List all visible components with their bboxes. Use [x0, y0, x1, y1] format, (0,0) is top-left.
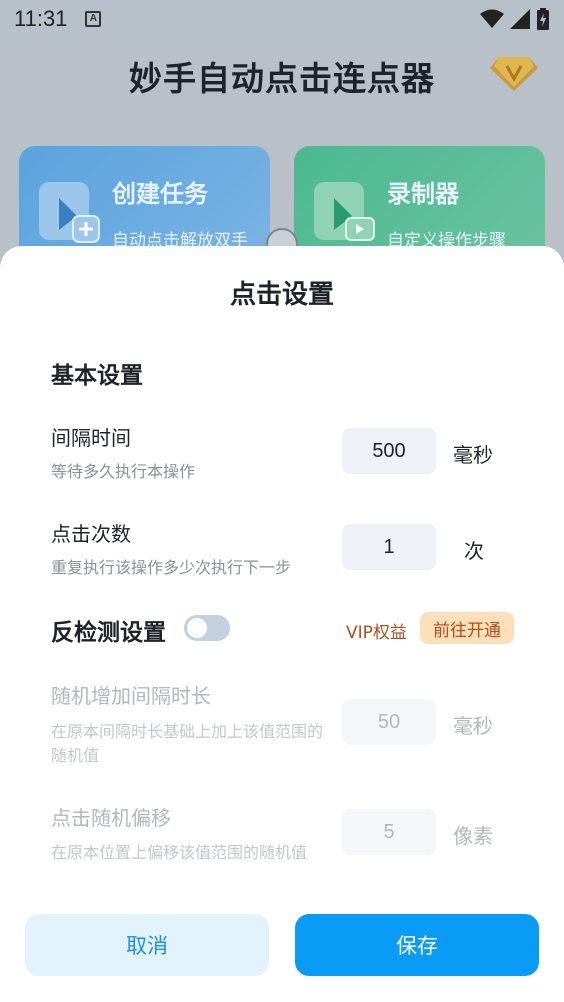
random-offset-label: 点击随机偏移 [51, 806, 171, 830]
create-task-title: 创建任务 [112, 180, 208, 208]
random-offset-desc: 在原本位置上偏移该值范围的随机值 [51, 843, 308, 862]
random-interval-input[interactable]: 50 [342, 699, 436, 745]
random-interval-unit: 毫秒 [453, 714, 493, 738]
battery-icon [537, 8, 549, 30]
interval-unit: 毫秒 [453, 443, 493, 467]
click-count-input[interactable]: 1 [342, 524, 436, 570]
app-title: 妙手自动点击连点器 [129, 59, 435, 98]
cancel-button[interactable]: 取消 [25, 914, 269, 976]
click-count-unit: 次 [464, 539, 484, 563]
vip-benefit-label: VIP权益 [346, 623, 407, 643]
random-offset-unit: 像素 [453, 824, 493, 848]
sheet-title: 点击设置 [229, 280, 334, 310]
random-offset-input[interactable]: 5 [342, 809, 436, 855]
random-interval-label: 随机增加间隔时长 [51, 684, 211, 708]
save-button[interactable]: 保存 [295, 914, 539, 976]
random-interval-desc: 在原本间隔时长基础上加上该值范围的随机值 [51, 722, 324, 765]
tap-plus-icon [39, 182, 100, 243]
anti-detect-toggle[interactable] [184, 615, 230, 641]
vip-diamond-icon[interactable] [489, 53, 539, 93]
interval-input[interactable]: 500 [342, 428, 436, 474]
anti-detect-heading: 反检测设置 [51, 620, 166, 646]
open-vip-button[interactable]: 前往开通 [420, 612, 514, 644]
recorder-title: 录制器 [387, 180, 459, 208]
wifi-icon [480, 9, 504, 28]
click-settings-sheet: 点击设置 基本设置 间隔时间 等待多久执行本操作 500 毫秒 点击次数 重复执… [0, 246, 564, 1002]
basic-settings-heading: 基本设置 [51, 363, 143, 389]
interval-label: 间隔时间 [51, 426, 131, 450]
toggle-knob [187, 618, 207, 638]
signal-icon [510, 9, 530, 29]
notification-icon: A [85, 11, 102, 27]
click-count-label: 点击次数 [51, 522, 131, 546]
tap-video-icon [314, 182, 375, 241]
status-bar: 11:31 A [0, 0, 564, 38]
click-count-desc: 重复执行该操作多少次执行下一步 [51, 558, 292, 577]
interval-desc: 等待多久执行本操作 [51, 462, 196, 481]
status-time: 11:31 [14, 6, 68, 31]
